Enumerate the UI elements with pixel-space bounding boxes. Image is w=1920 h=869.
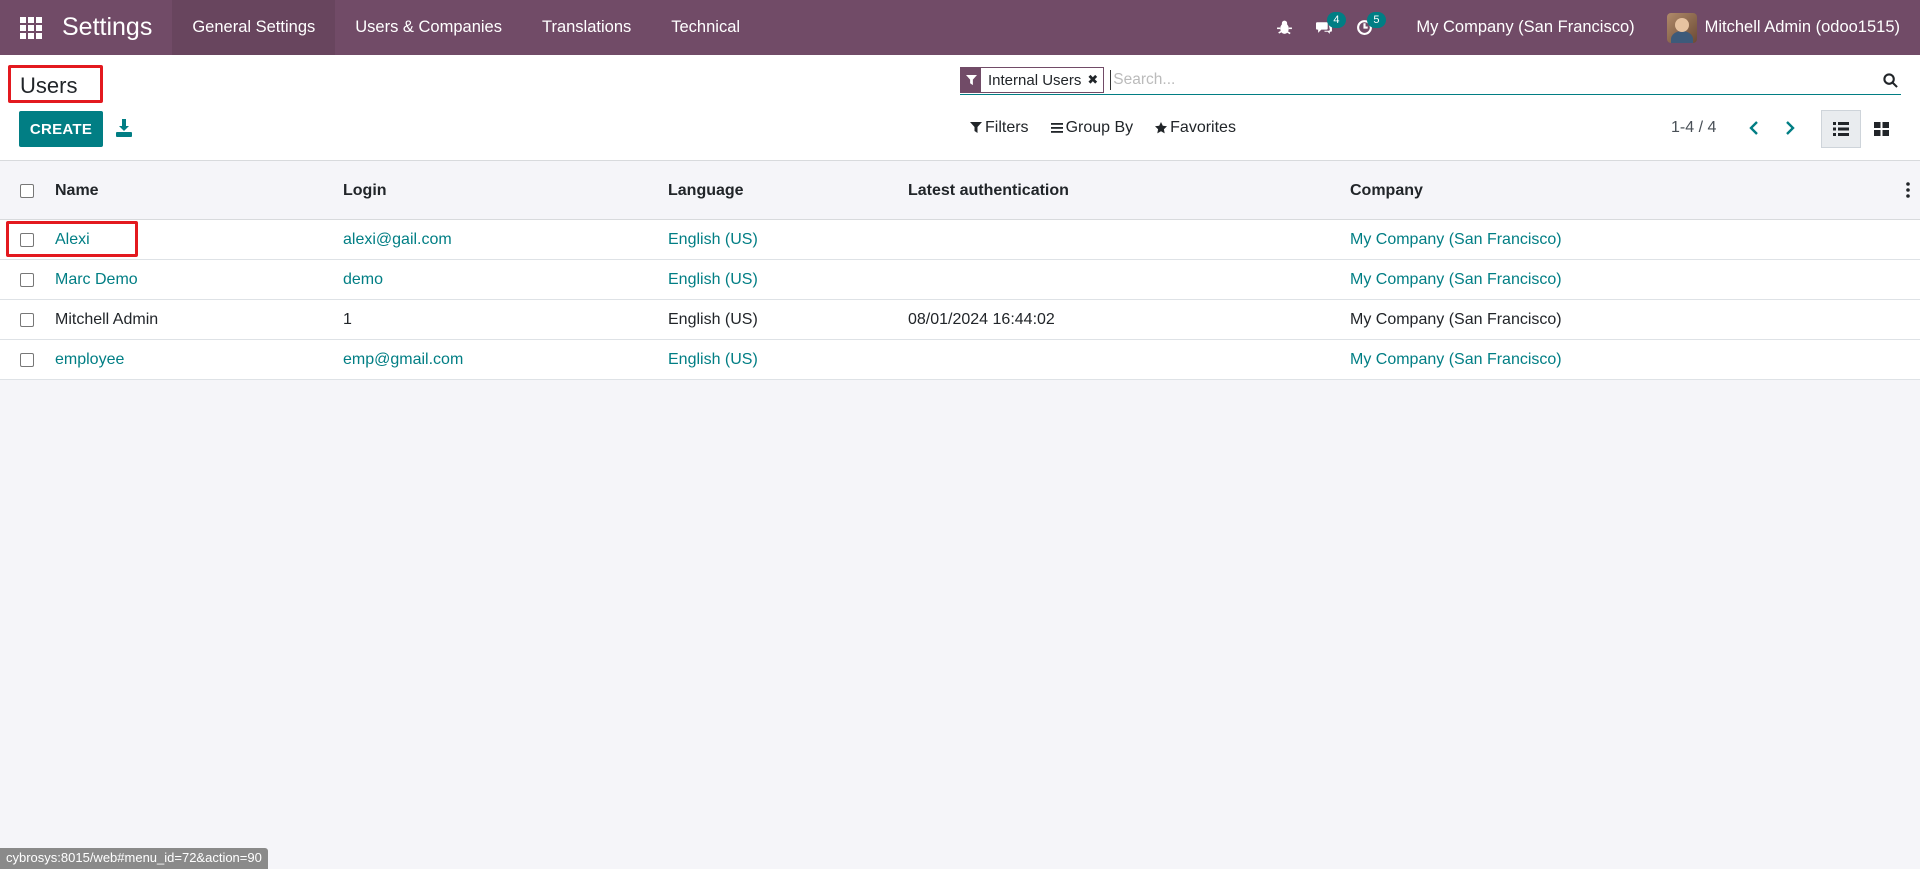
- filters-label: Filters: [985, 119, 1029, 136]
- cell-login[interactable]: alexi@gail.com: [343, 231, 668, 249]
- optional-columns-icon[interactable]: [1906, 182, 1910, 198]
- pager-value[interactable]: 1-4 / 4: [1671, 119, 1716, 137]
- facet-remove-icon[interactable]: ✖: [1087, 72, 1103, 88]
- browser-status-bar: cybrosys:8015/web#menu_id=72&action=90: [0, 848, 268, 869]
- menu-technical[interactable]: Technical: [651, 0, 760, 55]
- cell-company[interactable]: My Company (San Francisco): [1350, 351, 1850, 369]
- row-checkbox[interactable]: [20, 352, 34, 367]
- cell-latest-authentication: 08/01/2024 16:44:02: [908, 310, 1055, 328]
- group-by-label: Group By: [1065, 119, 1134, 136]
- activity-badge: 5: [1367, 12, 1386, 28]
- menu-translations[interactable]: Translations: [522, 0, 651, 55]
- cell-name[interactable]: Mitchell Admin: [55, 311, 343, 329]
- menu-users-companies[interactable]: Users & Companies: [335, 0, 522, 55]
- table-row[interactable]: Marc Demo demo English (US) My Company (…: [0, 260, 1920, 300]
- group-by-button[interactable]: Group By: [1050, 119, 1134, 137]
- row-checkbox[interactable]: [20, 232, 34, 247]
- cell-login[interactable]: 1: [343, 311, 668, 329]
- select-all-checkbox[interactable]: [20, 183, 34, 198]
- company-switcher[interactable]: My Company (San Francisco): [1384, 18, 1666, 37]
- activity-clock-icon[interactable]: 5: [1344, 0, 1386, 55]
- cell-name[interactable]: Marc Demo: [55, 271, 343, 289]
- search-icon[interactable]: [1879, 69, 1901, 91]
- apps-menu-icon[interactable]: [0, 0, 62, 55]
- user-menu[interactable]: Mitchell Admin (odoo1515): [1666, 12, 1920, 43]
- table-row[interactable]: Mitchell Admin 1 English (US) 08/01/2024…: [0, 300, 1920, 340]
- row-checkbox[interactable]: [20, 312, 34, 327]
- menu-general-settings[interactable]: General Settings: [172, 0, 336, 55]
- pager-previous-icon[interactable]: [1746, 120, 1762, 136]
- page-title: Users: [8, 65, 103, 103]
- list-view-icon[interactable]: [1821, 110, 1861, 148]
- debug-bug-icon[interactable]: [1264, 0, 1304, 55]
- cell-name[interactable]: Alexi: [55, 231, 343, 249]
- search-input[interactable]: [1110, 70, 1879, 90]
- filter-funnel-icon: [961, 67, 981, 93]
- row-checkbox[interactable]: [20, 272, 34, 287]
- favorites-button[interactable]: Favorites: [1155, 119, 1236, 137]
- avatar: [1666, 12, 1697, 43]
- view-switcher: [1821, 110, 1901, 148]
- table-row[interactable]: employee emp@gmail.com English (US) My C…: [0, 340, 1920, 380]
- cell-company[interactable]: My Company (San Francisco): [1350, 311, 1850, 329]
- pager: 1-4 / 4: [1671, 119, 1798, 137]
- navbar-systray: 4 5 My Company (San Francisco) Mitchell …: [1264, 0, 1920, 55]
- filters-button[interactable]: Filters: [970, 119, 1029, 137]
- column-header-login[interactable]: Login: [343, 182, 668, 200]
- column-header-name[interactable]: Name: [55, 182, 343, 200]
- create-button[interactable]: CREATE: [19, 111, 103, 147]
- search-options: Filters Group By Favorites: [970, 119, 1258, 137]
- users-list-table: Name Login Language Latest authenticatio…: [0, 162, 1920, 380]
- chat-icon[interactable]: 4: [1304, 0, 1346, 55]
- table-row[interactable]: Alexi alexi@gail.com English (US) My Com…: [0, 220, 1920, 260]
- cell-login[interactable]: emp@gmail.com: [343, 351, 668, 369]
- table-header: Name Login Language Latest authenticatio…: [0, 162, 1920, 220]
- search-bar: Internal Users ✖: [960, 66, 1901, 95]
- cell-language[interactable]: English (US): [668, 231, 908, 249]
- cell-login[interactable]: demo: [343, 271, 668, 289]
- cell-language[interactable]: English (US): [668, 311, 908, 329]
- cell-name[interactable]: employee: [55, 351, 343, 369]
- download-icon[interactable]: [116, 119, 132, 137]
- favorites-label: Favorites: [1170, 119, 1236, 136]
- cell-company[interactable]: My Company (San Francisco): [1350, 271, 1850, 289]
- column-header-language[interactable]: Language: [668, 182, 908, 200]
- pager-next-icon[interactable]: [1782, 120, 1798, 136]
- user-name: Mitchell Admin (odoo1515): [1704, 18, 1900, 36]
- app-brand[interactable]: Settings: [62, 13, 152, 42]
- control-panel: Users CREATE Internal Users ✖ Filters Gr…: [0, 55, 1920, 161]
- column-header-company[interactable]: Company: [1350, 182, 1850, 200]
- cell-language[interactable]: English (US): [668, 271, 908, 289]
- kanban-view-icon[interactable]: [1861, 110, 1901, 148]
- chat-badge: 4: [1327, 12, 1346, 28]
- facet-label: Internal Users: [988, 71, 1082, 89]
- top-navbar: Settings General Settings Users & Compan…: [0, 0, 1920, 55]
- search-facet-internal-users: Internal Users ✖: [960, 67, 1105, 93]
- column-header-latest-authentication[interactable]: Latest authentication: [908, 182, 1350, 200]
- cell-language[interactable]: English (US): [668, 351, 908, 369]
- cell-company[interactable]: My Company (San Francisco): [1350, 231, 1850, 249]
